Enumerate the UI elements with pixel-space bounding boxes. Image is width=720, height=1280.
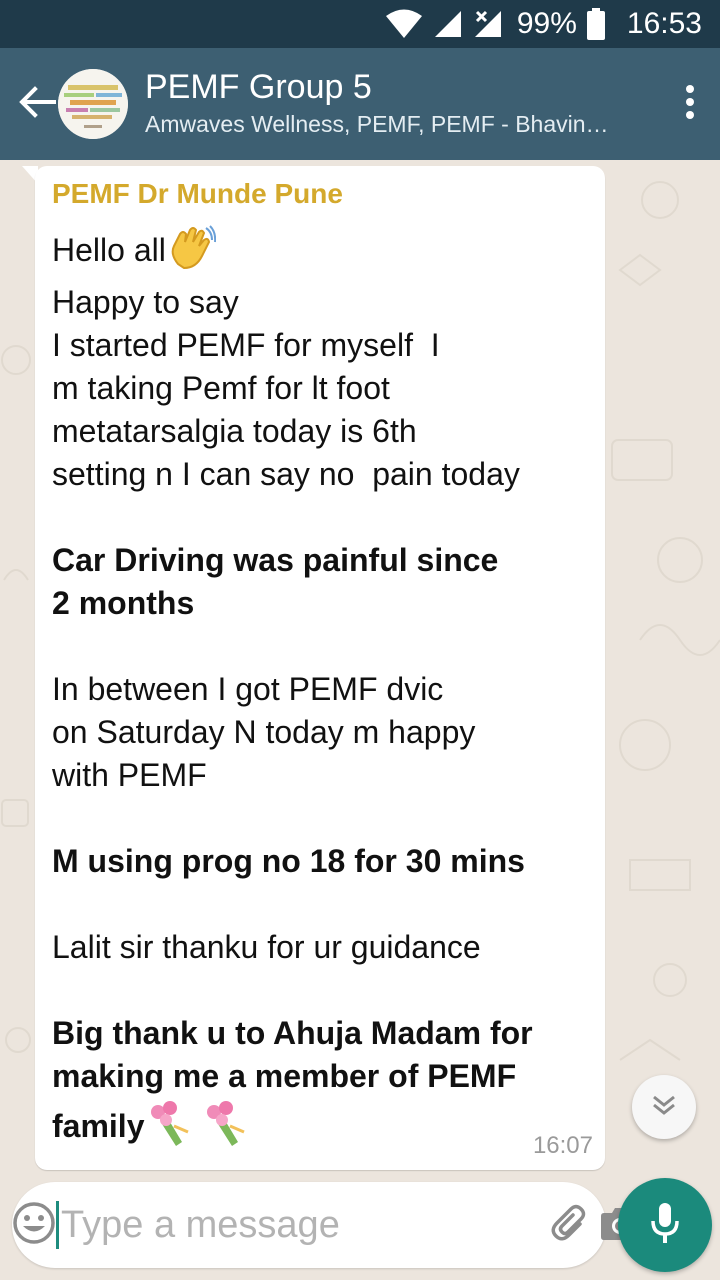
message-line: I started PEMF for myself I (52, 327, 440, 363)
bouquet-icon (144, 1098, 194, 1159)
wifi-icon (385, 9, 423, 39)
message-composer (12, 1182, 639, 1268)
signal-icon (433, 9, 463, 39)
message-timestamp: 16:07 (532, 1132, 593, 1159)
message-line: with PEMF (52, 757, 207, 793)
sender-name[interactable]: PEMF Dr Munde Pune (52, 176, 585, 212)
group-avatar-image (58, 69, 128, 139)
waving-hand-icon (166, 224, 216, 281)
message-line: Happy to say (52, 284, 239, 320)
back-button[interactable] (0, 48, 56, 160)
message-line: metatarsalgia today is 6th (52, 413, 417, 449)
group-avatar[interactable] (58, 69, 128, 139)
attach-button[interactable] (550, 1182, 592, 1268)
message-line: M using prog no 18 for 30 mins (52, 843, 525, 879)
smiley-icon (12, 1201, 56, 1250)
message-line: Lalit sir thanku for ur guidance (52, 929, 481, 965)
emoji-button[interactable] (12, 1182, 56, 1268)
double-chevron-down-icon (651, 1094, 677, 1121)
message-line: Car Driving was painful since (52, 542, 499, 578)
message-line: In between I got PEMF dvic (52, 671, 444, 707)
message-line: making me a member of PEMF (52, 1058, 517, 1094)
bouquet-icon (200, 1098, 250, 1159)
chat-area[interactable]: PEMF Dr Munde Pune Hello all Happy to sa… (0, 160, 720, 1280)
voice-message-button[interactable] (618, 1178, 712, 1272)
signal-no-data-icon (473, 9, 503, 39)
clock: 16:53 (626, 7, 702, 40)
scroll-to-bottom-button[interactable] (632, 1075, 696, 1139)
message-line: setting n I can say no pain today (52, 456, 520, 492)
message-line: m taking Pemf for lt foot (52, 370, 390, 406)
message-text: Hello all Happy to say I started PEMF fo… (52, 224, 585, 1159)
battery-icon (586, 8, 605, 40)
message-bubble[interactable]: PEMF Dr Munde Pune Hello all Happy to sa… (35, 166, 605, 1170)
chat-info[interactable]: PEMF Group 5 Amwaves Wellness, PEMF, PEM… (145, 67, 660, 141)
paperclip-icon (550, 1202, 592, 1249)
message-line: Big thank u to Ahuja Madam for (52, 1015, 533, 1051)
battery-percent: 99% (516, 7, 577, 40)
microphone-icon (650, 1201, 680, 1250)
message-input[interactable] (56, 1201, 550, 1249)
message-line: 2 months (52, 585, 195, 621)
more-vertical-icon (685, 84, 695, 125)
message-line: family (52, 1098, 585, 1159)
chat-title: PEMF Group 5 (145, 68, 372, 106)
chat-participants: Amwaves Wellness, PEMF, PEMF - Bhavin… (145, 111, 609, 137)
status-bar: 99% 16:53 (0, 0, 720, 48)
chat-header: PEMF Group 5 Amwaves Wellness, PEMF, PEM… (0, 48, 720, 160)
overflow-menu-button[interactable] (660, 48, 720, 160)
message-line: on Saturday N today m happy (52, 714, 476, 750)
message-line: Hello all (52, 224, 585, 281)
arrow-left-icon (18, 85, 56, 123)
